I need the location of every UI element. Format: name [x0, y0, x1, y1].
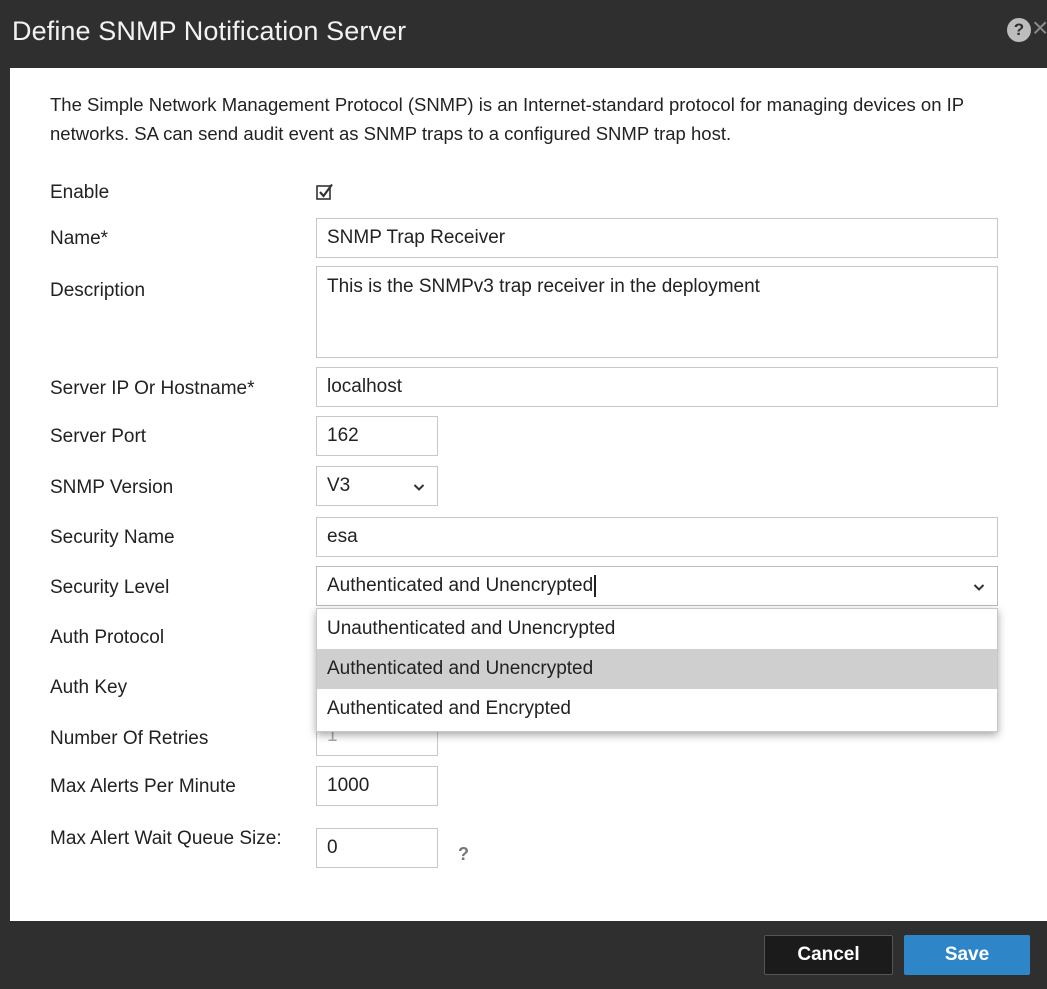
dialog-footer: Cancel Save — [0, 921, 1047, 989]
security-level-option[interactable]: Authenticated and Encrypted — [317, 689, 997, 729]
retries-label: Number Of Retries — [50, 728, 209, 749]
cancel-button[interactable]: Cancel — [764, 935, 893, 975]
server-host-value: localhost — [327, 376, 402, 397]
enable-checkbox[interactable] — [316, 181, 334, 207]
server-host-label: Server IP Or Hostname* — [50, 378, 255, 399]
dialog-title: Define SNMP Notification Server — [12, 16, 407, 46]
auth-protocol-label: Auth Protocol — [50, 627, 165, 648]
name-label: Name* — [50, 228, 109, 249]
server-port-field[interactable]: 162 — [316, 416, 438, 456]
security-level-select[interactable]: Authenticated and Unencrypted — [316, 566, 998, 606]
chevron-down-icon — [973, 584, 985, 591]
security-name-label: Security Name — [50, 527, 175, 548]
max-wait-queue-label: Max Alert Wait Queue Size: — [50, 828, 282, 849]
enable-label: Enable — [50, 182, 110, 203]
snmp-version-select[interactable]: V3 — [316, 466, 438, 506]
name-field[interactable]: SNMP Trap Receiver — [316, 218, 998, 258]
dialog-titlebar: Define SNMP Notification Server ? × — [0, 0, 1047, 68]
security-level-dropdown: Unauthenticated and Unencrypted Authenti… — [316, 608, 998, 732]
max-alerts-field[interactable]: 1000 — [316, 766, 438, 806]
dialog-body: The Simple Network Management Protocol (… — [10, 68, 1047, 921]
security-level-option-highlighted[interactable]: Authenticated and Unencrypted — [317, 649, 997, 689]
help-icon[interactable]: ? — [1007, 18, 1031, 42]
security-level-label: Security Level — [50, 577, 170, 598]
help-icon[interactable]: ? — [458, 844, 469, 865]
snmp-version-value: V3 — [327, 475, 351, 496]
security-level-value: Authenticated and Unencrypted — [327, 575, 594, 596]
save-button[interactable]: Save — [904, 935, 1030, 975]
server-port-value: 162 — [327, 425, 359, 446]
checkmark-icon — [316, 183, 333, 200]
text-cursor — [594, 575, 597, 597]
dialog-description: The Simple Network Management Protocol (… — [50, 94, 964, 144]
name-value: SNMP Trap Receiver — [327, 227, 506, 248]
security-name-field[interactable]: esa — [316, 517, 998, 557]
description-label: Description — [50, 280, 146, 301]
chevron-down-icon — [413, 484, 425, 491]
server-port-label: Server Port — [50, 426, 147, 447]
security-level-option[interactable]: Unauthenticated and Unencrypted — [317, 609, 997, 649]
security-name-value: esa — [327, 526, 358, 547]
max-alerts-value: 1000 — [327, 775, 370, 796]
server-host-field[interactable]: localhost — [316, 367, 998, 407]
snmp-version-label: SNMP Version — [50, 477, 174, 498]
auth-key-label: Auth Key — [50, 677, 128, 698]
max-alerts-label: Max Alerts Per Minute — [50, 776, 236, 797]
max-wait-queue-value: 0 — [327, 837, 338, 858]
max-wait-queue-field[interactable]: 0 — [316, 828, 438, 868]
description-textarea[interactable]: This is the SNMPv3 trap receiver in the … — [316, 266, 998, 358]
description-value: This is the SNMPv3 trap receiver in the … — [327, 276, 760, 297]
close-icon[interactable]: × — [1032, 14, 1047, 42]
